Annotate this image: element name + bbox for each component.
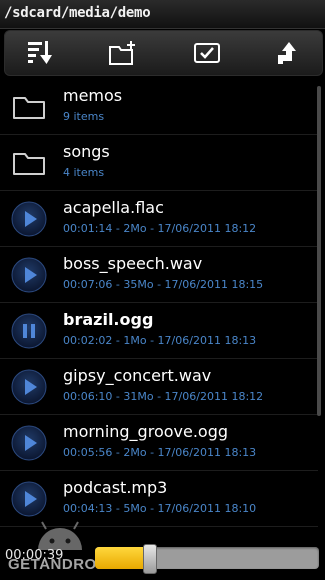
seek-bar[interactable]: [95, 547, 319, 569]
seek-bar-progress: [95, 547, 149, 569]
list-item[interactable]: songs 4 items: [0, 134, 318, 191]
item-meta: 00:02:02 - 1Mo - 17/06/2011 18:13: [63, 334, 257, 347]
item-name: brazil.ogg: [63, 310, 154, 329]
item-name: songs: [63, 142, 110, 161]
list-item[interactable]: acapella.flac 00:01:14 - 2Mo - 17/06/201…: [0, 190, 318, 247]
item-meta: 00:04:13 - 5Mo - 17/06/2011 18:10: [63, 502, 257, 515]
item-name: acapella.flac: [63, 198, 164, 217]
sort-button[interactable]: [5, 31, 75, 75]
play-icon[interactable]: [10, 256, 48, 294]
item-meta: 4 items: [63, 166, 105, 179]
item-meta: 00:07:06 - 35Mo - 17/06/2011 18:15: [63, 278, 264, 291]
list-item[interactable]: memos 9 items: [0, 78, 318, 135]
play-icon[interactable]: [10, 424, 48, 462]
current-path: /sdcard/media/demo: [4, 5, 151, 21]
folder-icon: [13, 97, 45, 119]
play-icon[interactable]: [10, 480, 48, 518]
seek-bar-thumb[interactable]: [142, 544, 157, 574]
item-meta: 00:05:56 - 2Mo - 17/06/2011 18:13: [63, 446, 257, 459]
list-item[interactable]: brazil.ogg 00:02:02 - 1Mo - 17/06/2011 1…: [0, 302, 318, 359]
item-meta: 9 items: [63, 110, 105, 123]
file-list: memos 9 items songs 4 items acapella.fla…: [0, 78, 325, 538]
folder-icon: [13, 153, 45, 175]
play-icon[interactable]: [10, 368, 48, 406]
elapsed-time: 00:00:39: [5, 548, 64, 563]
new-folder-button[interactable]: [87, 31, 157, 75]
up-directory-button[interactable]: [252, 31, 322, 75]
select-button[interactable]: [172, 31, 242, 75]
item-meta: 00:01:14 - 2Mo - 17/06/2011 18:12: [63, 222, 257, 235]
list-item[interactable]: morning_groove.ogg 00:05:56 - 2Mo - 17/0…: [0, 414, 318, 471]
select-icon: [194, 43, 220, 63]
player-bar: 00:00:39: [0, 538, 325, 580]
item-name: morning_groove.ogg: [63, 422, 229, 441]
path-bar: /sdcard/media/demo: [0, 0, 325, 29]
play-icon[interactable]: [10, 200, 48, 238]
up-directory-icon: [278, 42, 296, 64]
item-name: podcast.mp3: [63, 478, 168, 497]
item-name: gipsy_concert.wav: [63, 366, 212, 385]
item-meta: 00:06:10 - 31Mo - 17/06/2011 18:12: [63, 390, 264, 403]
item-name: memos: [63, 86, 123, 105]
pause-icon[interactable]: [10, 312, 48, 350]
list-item[interactable]: gipsy_concert.wav 00:06:10 - 31Mo - 17/0…: [0, 358, 318, 415]
sort-icon: [28, 41, 52, 64]
item-name: boss_speech.wav: [63, 254, 203, 273]
list-item[interactable]: boss_speech.wav 00:07:06 - 35Mo - 17/06/…: [0, 246, 318, 303]
toolbar: [4, 30, 323, 76]
scrollbar[interactable]: [317, 86, 321, 416]
new-folder-icon: [109, 41, 135, 65]
